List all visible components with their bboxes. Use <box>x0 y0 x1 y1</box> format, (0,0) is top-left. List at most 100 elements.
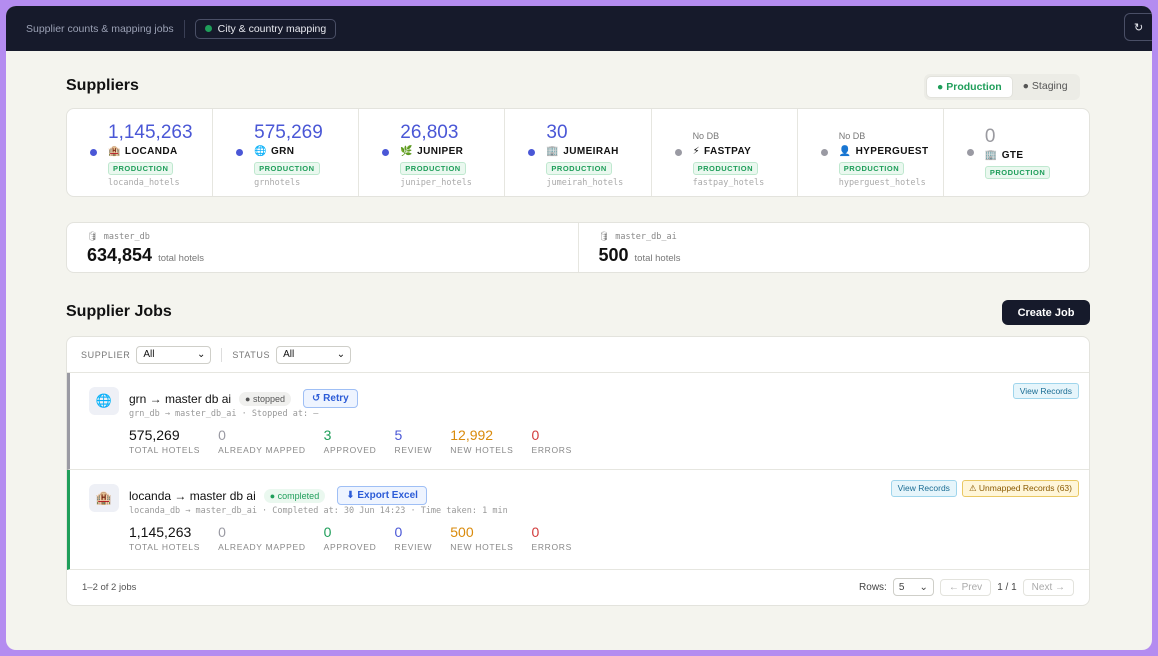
stat-approved: 3 APPROVED <box>324 427 377 455</box>
filter-bar: SUPPLIER All ⌄ STATUS All ⌄ <box>67 337 1089 373</box>
building-icon: 🏢 <box>984 149 998 161</box>
globe-icon: 🌐 <box>89 387 119 415</box>
supplier-name: GRN <box>271 145 295 157</box>
breadcrumb[interactable]: Supplier counts & mapping jobs <box>26 23 174 35</box>
export-excel-button[interactable]: ⬇ Export Excel <box>337 486 427 505</box>
stat-value: 0 <box>218 427 226 443</box>
env-staging-button[interactable]: ● Staging <box>1013 76 1078 98</box>
stat-approved: 0 APPROVED <box>324 524 377 552</box>
table-name: fastpay_hotels <box>692 178 765 188</box>
stat-label: ERRORS <box>531 542 573 552</box>
supplier-name: GTE <box>1001 149 1024 161</box>
env-badge: PRODUCTION <box>108 162 174 175</box>
job-row[interactable]: 🌐 grn → master db ai ● stopped ↺ Retry g… <box>67 373 1089 470</box>
supplier-cards: 1,145,263 🏨 LOCANDA PRODUCTION locanda_ho… <box>66 108 1090 197</box>
stat-value: 500 <box>450 524 474 540</box>
db-unit: total hotels <box>158 253 205 264</box>
table-name: grnhotels <box>254 178 301 188</box>
rows-per-page-select[interactable]: 5 ⌄ <box>892 578 934 596</box>
stat-new-hotels: 12,992 NEW HOTELS <box>450 427 513 455</box>
status-filter-select[interactable]: All ⌄ <box>276 345 352 364</box>
stat-errors: 0 ERRORS <box>531 427 572 455</box>
table-name: hyperguest_hotels <box>838 178 926 188</box>
supplier-count: 0 <box>984 126 996 147</box>
next-page-button[interactable]: Next → <box>1022 578 1074 596</box>
stat-new-hotels: 500 NEW HOTELS <box>450 524 513 552</box>
person-icon: 👤 <box>838 145 852 157</box>
supplier-card[interactable]: 30 🏢 JUMEIRAH PRODUCTION jumeirah_hotels <box>505 109 652 196</box>
stat-label: TOTAL HOTELS <box>129 542 201 552</box>
db-total: 634,854 <box>87 245 153 265</box>
tab-city-country-mapping[interactable]: City & country mapping <box>194 18 337 39</box>
refresh-button[interactable]: ↻ <box>1124 13 1152 41</box>
job-count: 1–2 of 2 jobs <box>82 582 137 593</box>
supplier-filter-label: SUPPLIER <box>81 349 131 360</box>
status-dot-icon <box>382 149 390 156</box>
divider <box>221 347 223 362</box>
job-details: grn_db → master_db_ai · Stopped at: — <box>129 409 319 419</box>
status-dot-icon <box>204 25 212 32</box>
db-unit: total hotels <box>634 253 681 264</box>
supplier-card[interactable]: 575,269 🌐 GRN PRODUCTION grnhotels <box>213 109 360 196</box>
supplier-name: FASTPAY <box>703 145 752 157</box>
hotel-icon: 🏨 <box>89 484 119 512</box>
supplier-card[interactable]: 1,145,263 🏨 LOCANDA PRODUCTION locanda_ho… <box>67 109 214 196</box>
db-card-master-db-ai: 🛢 master_db_ai 500 total hotels <box>579 223 1090 272</box>
db-card-master-db: 🛢 master_db 634,854 total hotels <box>67 223 579 272</box>
stat-label: ALREADY MAPPED <box>218 542 306 552</box>
app-window: Supplier counts & mapping jobs City & co… <box>6 6 1152 650</box>
stat-errors: 0 ERRORS <box>531 524 572 552</box>
supplier-card[interactable]: 26,803 🌿 JUNIPER PRODUCTION juniper_hotel… <box>359 109 506 196</box>
stat-total: 1,145,263 TOTAL HOTELS <box>129 524 200 552</box>
stat-value: 0 <box>531 427 540 443</box>
stat-value: 12,992 <box>450 427 494 443</box>
unmapped-records-button[interactable]: ⚠ Unmapped Records (63) <box>961 480 1079 497</box>
view-records-button[interactable]: View Records <box>1012 383 1079 399</box>
no-db-label: No DB <box>692 131 720 141</box>
supplier-name: JUNIPER <box>417 145 464 157</box>
status-dot-icon <box>528 149 536 156</box>
retry-button[interactable]: ↺ Retry <box>303 389 358 408</box>
supplier-card[interactable]: 0 🏢 GTE PRODUCTION <box>944 109 1089 196</box>
create-job-button[interactable]: Create Job <box>1002 300 1090 325</box>
supplier-count: 30 <box>546 122 568 143</box>
stat-value: 1,145,263 <box>129 524 192 540</box>
select-value: All <box>143 349 155 360</box>
table-name: juniper_hotels <box>400 178 472 188</box>
top-bar: Supplier counts & mapping jobs City & co… <box>6 6 1152 51</box>
prev-page-button[interactable]: ← Prev <box>939 578 992 596</box>
supplier-count: 575,269 <box>254 122 323 143</box>
no-db-label: No DB <box>838 131 866 141</box>
supplier-name: JUMEIRAH <box>563 145 619 157</box>
pagination-bar: 1–2 of 2 jobs Rows: 5 ⌄ ← Prev 1 / 1 Next… <box>67 570 1089 605</box>
supplier-filter-select[interactable]: All ⌄ <box>136 345 212 364</box>
status-dot-icon <box>236 149 244 156</box>
view-records-button[interactable]: View Records <box>890 480 957 497</box>
chevron-down-icon: ⌄ <box>919 581 928 593</box>
database-totals: 🛢 master_db 634,854 total hotels 🛢 master_d… <box>66 222 1090 273</box>
suppliers-title: Suppliers <box>66 77 139 94</box>
db-label: master_db_ai <box>615 232 677 242</box>
stat-value: 5 <box>394 427 403 443</box>
status-dot-icon <box>674 149 682 156</box>
status-badge: ● completed <box>263 488 326 503</box>
supplier-count: 26,803 <box>400 122 459 143</box>
globe-icon: 🌐 <box>254 145 267 157</box>
status-dot-icon <box>966 149 974 156</box>
job-row[interactable]: 🏨 locanda → master db ai ● completed ⬇ E… <box>67 470 1089 570</box>
stat-total: 575,269 TOTAL HOTELS <box>129 427 200 455</box>
job-stats: 575,269 TOTAL HOTELS 0 ALREADY MAPPED 3 APP… <box>129 427 590 455</box>
env-badge: PRODUCTION <box>546 162 612 175</box>
job-stats: 1,145,263 TOTAL HOTELS 0 ALREADY MAPPED 0 A… <box>129 524 590 552</box>
stat-value: 0 <box>531 524 540 540</box>
status-filter-label: STATUS <box>232 349 271 360</box>
supplier-card[interactable]: No DB ⚡ FASTPAY PRODUCTION fastpay_hotels <box>652 109 798 196</box>
stat-value: 3 <box>323 427 332 443</box>
tab-label: City & country mapping <box>217 22 327 35</box>
chevron-down-icon: ⌄ <box>196 349 206 360</box>
env-production-button[interactable]: ● Production <box>926 76 1013 98</box>
supplier-card[interactable]: No DB 👤 HYPERGUEST PRODUCTION hyperguest_… <box>798 109 944 196</box>
job-title: grn → master db ai <box>129 391 232 406</box>
env-badge: PRODUCTION <box>838 162 905 175</box>
stat-value: 0 <box>323 524 332 540</box>
